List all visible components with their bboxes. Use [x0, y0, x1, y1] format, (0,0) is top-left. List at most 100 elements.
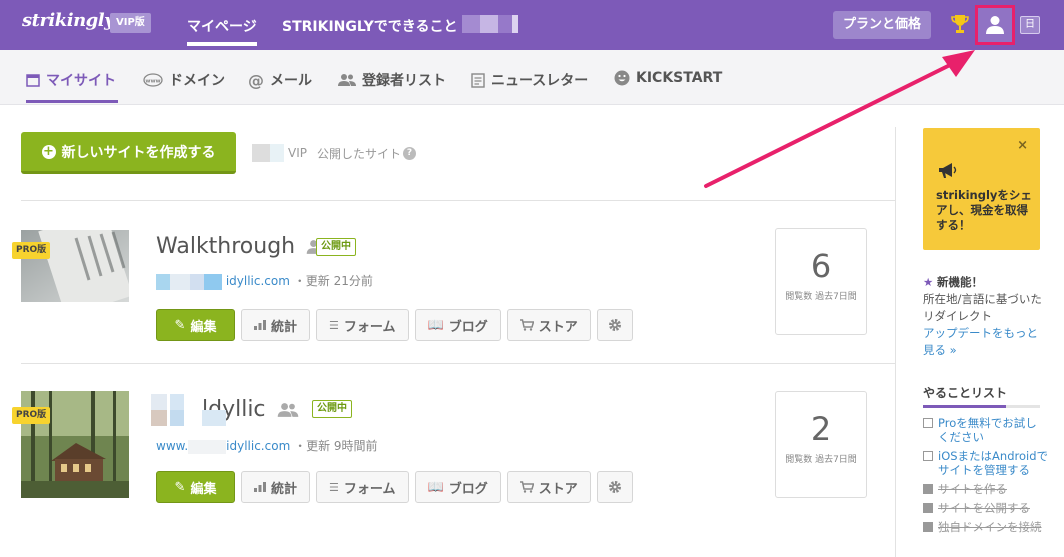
settings-button[interactable]	[596, 309, 633, 341]
redacted-block	[512, 15, 518, 33]
tab-label: メール	[270, 73, 312, 89]
main-content: + 新しいサイトを作成する VIP 公開したサイト ? PRO版 Walkthr…	[0, 105, 895, 557]
store-button[interactable]: ストア	[506, 309, 591, 341]
site-url-link[interactable]: idyllic.com	[226, 274, 290, 288]
strikingly-logo[interactable]: strikingly	[22, 10, 115, 31]
store-label: ストア	[538, 481, 578, 497]
create-new-site-label: 新しいサイトを作成する	[61, 144, 216, 161]
list-icon: ☰	[329, 480, 339, 494]
gear-icon	[608, 481, 621, 493]
site-card: PRO版 Walkthrough 公開中 idyllic.com ・更新 21分…	[0, 201, 895, 361]
plus-circle-icon: +	[41, 143, 56, 159]
todo-label: 独自ドメインを接続	[938, 520, 1042, 534]
redacted-block	[204, 273, 222, 290]
settings-button[interactable]	[596, 471, 633, 503]
redacted-block	[190, 273, 204, 290]
site-name[interactable]: Walkthrough	[156, 234, 328, 259]
blog-button[interactable]: 📖 ブログ	[414, 471, 501, 503]
todo-item[interactable]: Proを無料でお試しください	[923, 416, 1048, 444]
tab-domain[interactable]: www ドメイン	[143, 70, 225, 90]
sub-navigation: マイサイト www ドメイン @ メール 登録者リスト ニュースレター KICK…	[0, 50, 1064, 105]
language-button[interactable]: 日	[1020, 16, 1040, 34]
store-label: ストア	[538, 319, 578, 335]
todo-progress	[923, 405, 1040, 408]
site-url-link[interactable]: idyllic.com	[226, 439, 290, 453]
tab-subscriber-list[interactable]: 登録者リスト	[338, 70, 446, 90]
views-label: 閲覧数 過去7日間	[785, 455, 857, 465]
bar-chart-icon	[254, 482, 266, 492]
nav-features[interactable]: STRIKINGLYでできること	[282, 16, 458, 36]
vip-badge: VIP版	[110, 13, 151, 33]
list-icon: ☰	[329, 318, 339, 332]
tab-kickstart[interactable]: KICKSTART	[614, 70, 722, 86]
edit-label: 編集	[190, 481, 217, 497]
vip-label: VIP	[288, 146, 307, 160]
todo-item[interactable]: iOSまたはAndroidでサイトを管理する	[923, 449, 1048, 477]
active-tab-indicator	[26, 100, 118, 103]
site-thumbnail[interactable]	[21, 230, 129, 302]
nav-mypage[interactable]: マイページ	[187, 16, 257, 46]
todo-item: サイトを作る	[923, 482, 1048, 496]
edit-button[interactable]: ✎ 編集	[156, 309, 235, 341]
status-badge: 公開中	[312, 400, 352, 418]
tab-mail[interactable]: @ メール	[248, 70, 312, 90]
blog-label: ブログ	[448, 481, 488, 497]
plan-pricing-button[interactable]: プランと価格	[833, 11, 931, 39]
todo-label: サイトを作る	[938, 482, 1007, 496]
todo-item: 独自ドメインを接続	[923, 520, 1048, 534]
site-updated: ・更新 9時間前	[294, 439, 378, 453]
views-counter: 6 閲覧数 過去7日間	[775, 228, 867, 335]
stats-label: 統計	[271, 481, 298, 497]
close-icon[interactable]: ×	[1017, 138, 1028, 153]
checkbox[interactable]	[923, 418, 933, 428]
checkbox[interactable]	[923, 451, 933, 461]
help-icon[interactable]: ?	[403, 146, 416, 160]
stats-button[interactable]: 統計	[241, 309, 311, 341]
edit-button[interactable]: ✎ 編集	[156, 471, 235, 503]
top-bar: strikingly VIP版 マイページ STRIKINGLYでできること プ…	[0, 0, 1064, 50]
views-count: 2	[810, 410, 832, 448]
tab-label: ドメイン	[169, 73, 225, 89]
store-button[interactable]: ストア	[506, 471, 591, 503]
blog-button[interactable]: 📖 ブログ	[414, 309, 501, 341]
cart-icon	[519, 481, 534, 493]
site-url-prefix[interactable]: www.	[156, 439, 188, 453]
sidebar-divider	[895, 127, 896, 557]
redacted-block	[170, 273, 190, 290]
profile-button[interactable]	[975, 5, 1015, 45]
redacted-block	[480, 15, 498, 33]
new-feature-link[interactable]: アップデートをもっと見る »	[923, 326, 1038, 357]
book-icon: 📖	[427, 479, 444, 495]
views-counter: 2 閲覧数 過去7日間	[775, 391, 867, 498]
new-feature-title: 新機能！	[936, 275, 983, 289]
published-sites-label: 公開したサイト	[316, 146, 401, 161]
checkbox-checked	[923, 503, 933, 513]
book-icon: 📖	[427, 317, 444, 333]
form-label: フォーム	[343, 481, 396, 497]
site-url: www. idyllic.com ・更新 9時間前	[156, 437, 378, 454]
pencil-icon: ✎	[174, 317, 186, 333]
site-name-text: Walkthrough	[156, 234, 296, 259]
site-url: idyllic.com ・更新 21分前	[156, 272, 373, 290]
create-new-site-button[interactable]: + 新しいサイトを作成する	[21, 132, 236, 174]
form-button[interactable]: ☰ フォーム	[316, 309, 409, 341]
trophy-icon[interactable]	[951, 14, 969, 34]
views-label: 閲覧数 過去7日間	[785, 292, 857, 302]
stats-button[interactable]: 統計	[241, 471, 311, 503]
todo-label[interactable]: Proを無料でお試しください	[938, 416, 1048, 444]
site-card: PRO版 ldyllic 公開中 www. idyllic.com ・更新 9時間…	[0, 364, 895, 524]
redacted-block	[202, 410, 226, 426]
tab-newsletter[interactable]: ニュースレター	[471, 70, 588, 90]
pro-badge: PRO版	[12, 407, 51, 424]
tab-my-sites[interactable]: マイサイト	[26, 70, 116, 90]
smile-icon	[614, 70, 630, 86]
todo-label[interactable]: iOSまたはAndroidでサイトを管理する	[938, 449, 1048, 477]
collaborators-icon	[277, 403, 298, 417]
redacted-block	[151, 394, 167, 410]
todo-item: サイトを公開する	[923, 501, 1048, 515]
tab-label: KICKSTART	[636, 70, 723, 86]
stats-label: 統計	[271, 319, 298, 335]
window-icon	[26, 73, 40, 87]
form-button[interactable]: ☰ フォーム	[316, 471, 409, 503]
tab-label: 登録者リスト	[362, 73, 446, 89]
